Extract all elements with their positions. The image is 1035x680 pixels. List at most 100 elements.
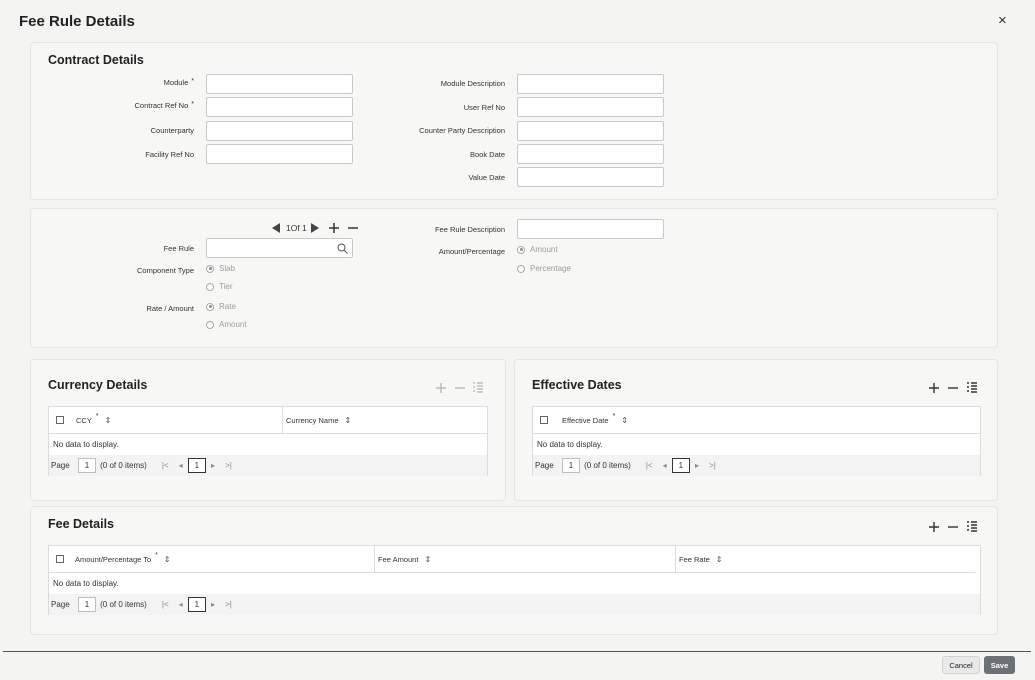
effective-header: Effective Date * ⇕: [533, 407, 980, 434]
sort-icon[interactable]: ⇕: [105, 416, 112, 425]
add-icon[interactable]: [328, 222, 340, 234]
sort-icon[interactable]: ⇕: [345, 416, 352, 425]
facility-ref-input[interactable]: [206, 144, 353, 164]
counterparty-input[interactable]: [206, 121, 353, 141]
value-date-label: Value Date: [468, 173, 505, 182]
page-input[interactable]: 1: [77, 597, 97, 612]
fee-pager: Page 1 (0 of 0 items) |< ◂ 1 ▸ >|: [49, 594, 980, 615]
amount-percentage-to-column-label: Amount/Percentage To: [75, 554, 152, 564]
component-type-label: Component Type: [137, 266, 194, 275]
module-input[interactable]: [206, 74, 353, 94]
record-navigator: 1Of 1: [272, 222, 359, 234]
close-icon[interactable]: ×: [998, 12, 1007, 29]
user-ref-label: User Ref No: [463, 103, 505, 112]
current-page-button[interactable]: 1: [187, 597, 207, 612]
first-page-icon[interactable]: |<: [162, 600, 169, 609]
currency-select-all-checkbox[interactable]: [56, 416, 64, 424]
rate-radio-label: Rate: [219, 302, 236, 311]
rate-amount-label: Rate / Amount: [146, 304, 194, 313]
next-page-icon[interactable]: ▸: [211, 461, 215, 470]
fee-header-amt-pct: Amount/Percentage To * ⇕: [49, 546, 374, 573]
sort-icon[interactable]: ⇕: [164, 555, 171, 564]
currency-list-icon[interactable]: [472, 382, 484, 394]
book-date-label: Book Date: [469, 150, 505, 159]
fee-details-title: Fee Details: [48, 517, 115, 531]
fee-add-icon[interactable]: [928, 521, 940, 533]
current-page-button[interactable]: 1: [187, 458, 207, 473]
cancel-button[interactable]: Cancel: [942, 656, 980, 674]
next-page-icon[interactable]: ▸: [695, 461, 699, 470]
effective-select-all-checkbox[interactable]: [540, 416, 548, 424]
last-page-icon[interactable]: >|: [225, 461, 232, 470]
value-date-input[interactable]: [517, 167, 664, 187]
currency-table: CCY * ⇕ Currency Name ⇕ No data to displ…: [48, 406, 488, 476]
slab-radio[interactable]: Slab: [206, 264, 235, 273]
last-page-icon[interactable]: >|: [709, 461, 716, 470]
items-count: (0 of 0 items): [100, 600, 147, 609]
contract-ref-label: Contract Ref No *: [134, 101, 194, 110]
effective-list-icon[interactable]: [966, 382, 978, 394]
no-data-message: No data to display.: [53, 440, 119, 449]
slab-radio-label: Slab: [219, 264, 236, 273]
prev-record-icon[interactable]: [272, 223, 281, 233]
amount-radio[interactable]: Amount: [206, 320, 247, 329]
next-page-icon[interactable]: ▸: [211, 600, 215, 609]
page-input[interactable]: 1: [561, 458, 581, 473]
rate-radio[interactable]: Rate: [206, 302, 236, 311]
next-record-icon[interactable]: [310, 223, 319, 233]
no-data-message: No data to display.: [537, 440, 603, 449]
fee-select-all-checkbox[interactable]: [56, 555, 64, 563]
user-ref-input[interactable]: [517, 97, 664, 117]
amount-option-radio[interactable]: Amount: [517, 245, 558, 254]
required-mark: *: [95, 412, 99, 420]
amount-option-label: Amount: [530, 245, 558, 254]
items-count: (0 of 0 items): [584, 461, 631, 470]
counterparty-description-input[interactable]: [517, 121, 664, 141]
first-page-icon[interactable]: |<: [162, 461, 169, 470]
fee-details-table: Amount/Percentage To * ⇕ Fee Amount ⇕ Fe…: [48, 545, 981, 615]
footer-divider: [3, 651, 1031, 652]
first-page-icon[interactable]: |<: [646, 461, 653, 470]
sort-icon[interactable]: ⇕: [424, 555, 431, 564]
prev-page-icon[interactable]: ◂: [179, 600, 183, 609]
fee-rule-input[interactable]: [206, 238, 353, 258]
required-mark: *: [155, 551, 158, 559]
search-icon[interactable]: [337, 243, 348, 254]
fee-amount-column-label: Fee Amount: [378, 554, 419, 564]
module-description-input[interactable]: [517, 74, 664, 94]
prev-page-icon[interactable]: ◂: [663, 461, 667, 470]
save-button[interactable]: Save: [984, 656, 1015, 674]
prev-page-icon[interactable]: ◂: [179, 461, 183, 470]
counterparty-label: Counterparty: [150, 126, 194, 135]
current-page-button[interactable]: 1: [671, 458, 691, 473]
currency-remove-icon[interactable]: [454, 382, 466, 394]
book-date-input[interactable]: [517, 144, 664, 164]
page-label: Page: [51, 461, 70, 470]
fee-rate-column-label: Fee Rate: [679, 554, 710, 564]
page-label: Page: [51, 600, 70, 609]
effective-remove-icon[interactable]: [947, 382, 959, 394]
record-count: 1Of 1: [286, 223, 307, 233]
fee-list-icon[interactable]: [966, 521, 978, 533]
contract-details-title: Contract Details: [48, 53, 144, 67]
amount-percentage-label: Amount/Percentage: [438, 247, 505, 256]
sort-icon[interactable]: ⇕: [716, 555, 723, 564]
currency-add-icon[interactable]: [435, 382, 447, 394]
last-page-icon[interactable]: >|: [225, 600, 232, 609]
sort-icon[interactable]: ⇕: [621, 416, 628, 425]
effective-pager: Page 1 (0 of 0 items) |< ◂ 1 ▸ >|: [533, 455, 980, 476]
page-title: Fee Rule Details: [19, 13, 135, 30]
effective-date-column-label: Effective Date: [562, 415, 609, 425]
fee-rule-description-input[interactable]: [517, 219, 664, 239]
page-input[interactable]: 1: [77, 458, 97, 473]
effective-dates-title: Effective Dates: [532, 378, 622, 392]
percentage-option-radio[interactable]: Percentage: [517, 264, 571, 273]
contract-ref-input[interactable]: [206, 97, 353, 117]
effective-add-icon[interactable]: [928, 382, 940, 394]
fee-rule-description-label: Fee Rule Description: [434, 225, 505, 234]
tier-radio[interactable]: Tier: [206, 282, 232, 291]
remove-icon[interactable]: [347, 222, 359, 234]
fee-header-amount: Fee Amount ⇕: [374, 546, 675, 573]
fee-remove-icon[interactable]: [947, 521, 959, 533]
items-count: (0 of 0 items): [100, 461, 147, 470]
